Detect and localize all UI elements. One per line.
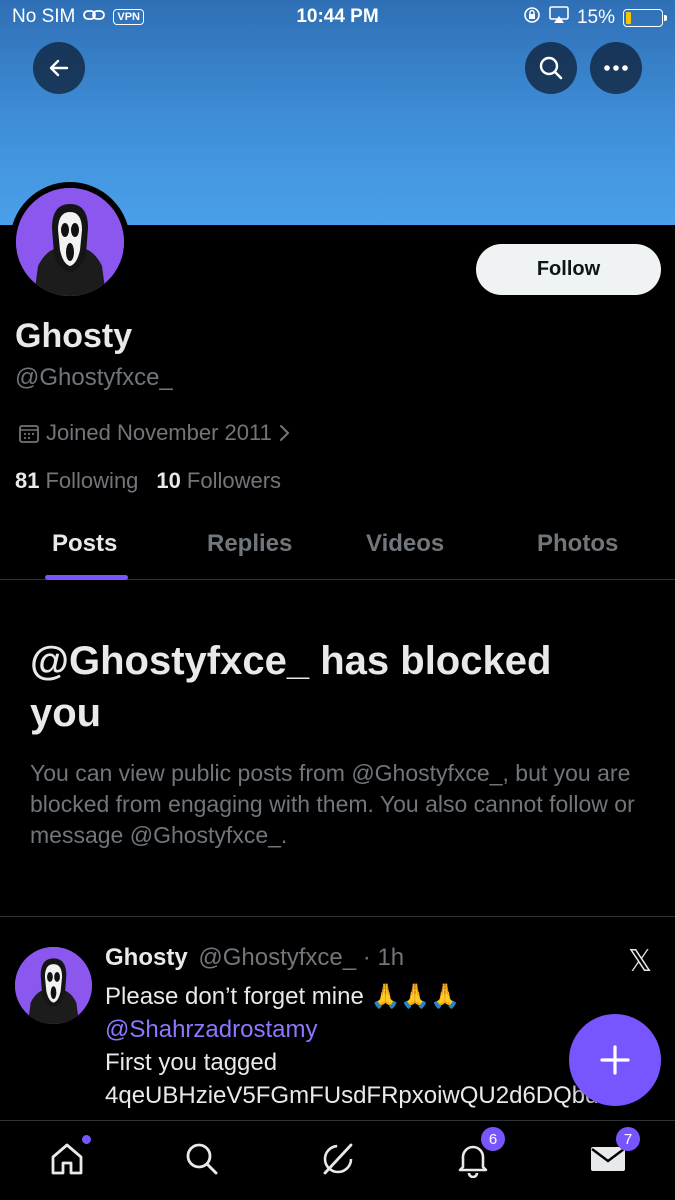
follow-stats: 81 Following 10 Followers (15, 468, 281, 494)
blocked-message: You can view public posts from @Ghostyfx… (30, 760, 635, 848)
profile-handle: @Ghostyfxce_ (15, 364, 173, 391)
back-button[interactable] (33, 42, 85, 94)
nav-home[interactable] (47, 1135, 91, 1179)
bottom-navigation: 6 7 (0, 1120, 675, 1200)
nav-search[interactable] (182, 1139, 222, 1179)
home-icon (51, 1143, 83, 1175)
post-author-name[interactable]: Ghosty (105, 944, 188, 971)
profile-name: Ghosty (15, 317, 133, 355)
post-time: · 1h (362, 944, 405, 971)
messages-badge: 7 (616, 1127, 640, 1151)
battery-icon (623, 9, 667, 27)
battery-percent: 15% (576, 7, 615, 28)
active-tab-indicator (45, 575, 128, 580)
nav-notifications[interactable]: 6 (453, 1127, 505, 1179)
grok-icon (323, 1143, 353, 1175)
blocked-title: @Ghostyfxce_ has blocked you (30, 639, 552, 735)
nav-grok[interactable] (318, 1139, 358, 1179)
tab-photos[interactable]: Photos (537, 530, 618, 558)
battery-level-fill (626, 12, 632, 24)
followers-link[interactable]: 10 Followers (156, 468, 281, 494)
profile-tabs: Posts Replies Videos Photos (0, 520, 675, 580)
arrow-left-icon (49, 59, 69, 77)
search-button[interactable] (525, 42, 577, 94)
tab-replies[interactable]: Replies (207, 530, 292, 558)
more-options-button[interactable] (590, 42, 642, 94)
post-header: Ghosty @Ghostyfxce_ · 1h (105, 944, 404, 972)
nav-messages[interactable]: 7 (588, 1127, 640, 1179)
tab-posts[interactable]: Posts (52, 530, 117, 558)
post-author-handle[interactable]: @Ghostyfxce_ (198, 944, 356, 971)
following-link[interactable]: 81 Following (15, 468, 138, 494)
follow-button[interactable]: Follow (476, 244, 661, 295)
calendar-icon (19, 425, 39, 443)
ghostface-avatar-image (16, 188, 124, 296)
home-unread-dot (82, 1135, 91, 1144)
tab-videos[interactable]: Videos (366, 530, 444, 558)
following-label: Following (45, 468, 139, 493)
joined-date[interactable]: Joined November 2011 (18, 420, 290, 446)
x-logo-icon: 𝕏 (628, 944, 653, 979)
chevron-right-icon (279, 425, 290, 441)
post-line: Please don’t forget mine 🙏🙏🙏 (105, 983, 461, 1010)
followers-label: Followers (186, 468, 282, 493)
airplay-icon (549, 6, 569, 30)
profile-avatar[interactable] (10, 182, 130, 302)
following-count: 81 (15, 468, 40, 493)
status-bar: No SIM VPN 10:44 PM 15% (0, 0, 675, 36)
search-icon (539, 56, 563, 80)
search-icon (186, 1143, 218, 1175)
plus-icon (600, 1045, 630, 1075)
post-avatar[interactable] (15, 947, 92, 1024)
rotation-lock-icon (523, 6, 541, 30)
joined-label: Joined November 2011 (46, 420, 272, 445)
ghostface-avatar-image (15, 947, 92, 1024)
divider (0, 916, 675, 917)
compose-button[interactable] (569, 1014, 661, 1106)
notifications-badge: 6 (481, 1127, 505, 1151)
more-horizontal-icon (604, 65, 628, 71)
followers-count: 10 (156, 468, 181, 493)
